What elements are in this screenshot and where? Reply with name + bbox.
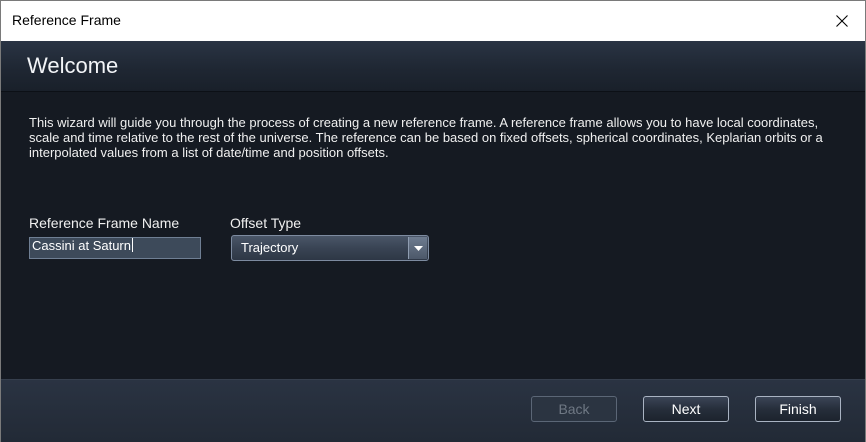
dropdown-arrow-button[interactable]	[408, 237, 427, 259]
reference-frame-dialog: Reference Frame Welcome This wizard will…	[0, 0, 866, 442]
wizard-footer: Back Next Finish	[1, 379, 865, 442]
reference-frame-name-input[interactable]: Cassini at Saturn	[29, 237, 201, 259]
chevron-down-icon	[413, 245, 423, 251]
finish-button[interactable]: Finish	[755, 396, 841, 422]
text-caret	[132, 238, 133, 252]
wizard-content: This wizard will guide you through the p…	[1, 92, 865, 379]
offset-type-label: Offset Type	[230, 215, 302, 231]
back-button[interactable]: Back	[531, 396, 617, 422]
window-title: Reference Frame	[12, 12, 121, 28]
reference-frame-name-value: Cassini at Saturn	[32, 238, 131, 253]
close-button[interactable]	[819, 1, 865, 41]
wizard-header: Welcome	[1, 41, 865, 92]
reference-frame-name-label: Reference Frame Name	[29, 215, 180, 231]
offset-type-value: Trajectory	[241, 240, 299, 255]
next-button[interactable]: Next	[643, 396, 729, 422]
offset-type-select[interactable]: Trajectory	[231, 235, 429, 261]
page-title: Welcome	[27, 53, 119, 78]
wizard-description: This wizard will guide you through the p…	[29, 115, 823, 160]
close-icon	[836, 15, 848, 27]
title-bar: Reference Frame	[1, 1, 865, 41]
